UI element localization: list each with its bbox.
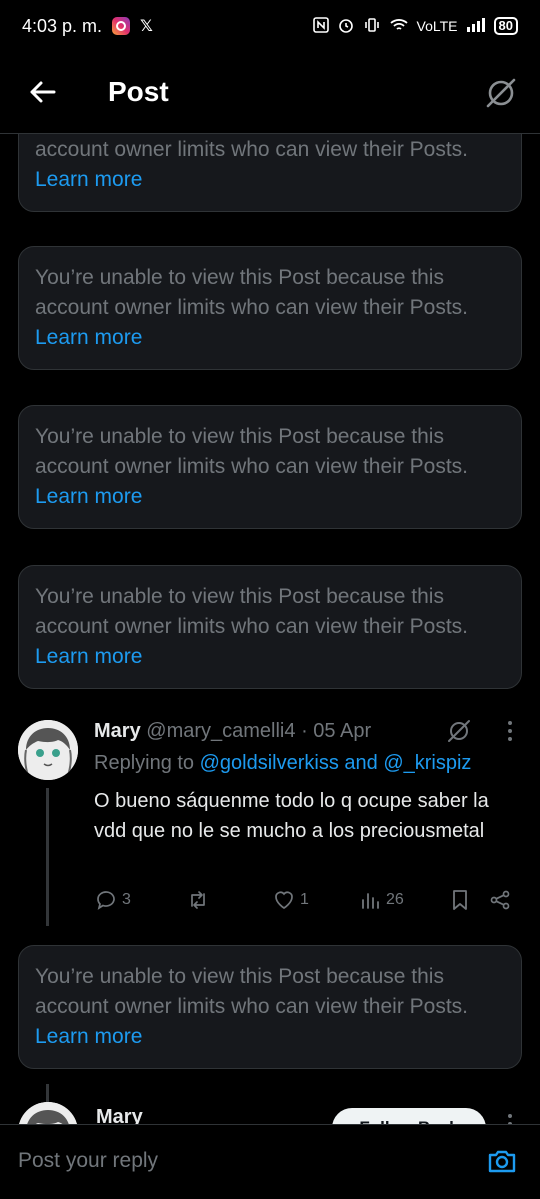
arrow-left-icon xyxy=(30,81,56,103)
separator-dot: · xyxy=(301,720,308,742)
views-button[interactable]: 26 xyxy=(358,888,404,912)
camera-button[interactable] xyxy=(486,1145,518,1177)
post-header: Mary @mary_camelli4 · 05 Apr xyxy=(94,720,371,743)
network-label: VoLTE xyxy=(416,18,458,34)
replying-to-label: Replying to xyxy=(94,752,195,774)
author-name[interactable]: Mary xyxy=(94,720,141,742)
wifi-icon xyxy=(389,17,409,36)
reply-button[interactable]: 3 xyxy=(94,888,131,912)
post-date[interactable]: 05 Apr xyxy=(313,720,371,742)
restricted-message: account owner limits who can view their … xyxy=(35,138,469,161)
post-actions: 3 1 26 xyxy=(94,888,514,914)
page-title: Post xyxy=(108,76,169,107)
grok-button[interactable] xyxy=(446,718,472,744)
top-app-bar: Post xyxy=(0,52,540,134)
status-time: 4:03 p. m. xyxy=(22,15,103,36)
restricted-message: You’re unable to view this Post because … xyxy=(35,585,469,638)
battery-indicator: 80 xyxy=(493,17,518,35)
restricted-post-card: You’re unable to view this Post because … xyxy=(18,405,522,529)
reply-composer: Post your reply xyxy=(0,1124,540,1199)
back-button[interactable] xyxy=(28,78,56,106)
like-count: 1 xyxy=(300,891,309,908)
author-handle[interactable]: @mary_camelli4 xyxy=(146,720,295,742)
learn-more-link[interactable]: Learn more xyxy=(35,168,142,191)
bookmark-icon xyxy=(453,890,467,910)
status-bar: 4:03 p. m. 𝕏 VoLTE 80 xyxy=(0,0,540,52)
more-vertical-icon xyxy=(508,721,512,741)
bookmark-button[interactable] xyxy=(448,888,472,912)
like-button[interactable]: 1 xyxy=(272,888,309,912)
heart-icon xyxy=(275,891,293,910)
replying-to: Replying to @goldsilverkiss and @_krispi… xyxy=(94,752,471,775)
replying-to-mentions[interactable]: @goldsilverkiss and @_krispiz xyxy=(200,752,472,774)
thread-line xyxy=(46,788,49,926)
restricted-post-card: You’re unable to view this Post because … xyxy=(18,565,522,689)
reply-icon xyxy=(97,891,115,910)
x-notification-icon: 𝕏 xyxy=(140,18,153,35)
avatar[interactable] xyxy=(18,720,78,780)
vibrate-icon xyxy=(363,16,381,37)
restricted-post-card: You’re unable to view this Post because … xyxy=(18,945,522,1069)
camera-icon xyxy=(488,1150,516,1173)
views-count: 26 xyxy=(386,891,404,908)
nfc-icon xyxy=(312,16,329,36)
learn-more-link[interactable]: Learn more xyxy=(35,1025,142,1048)
learn-more-link[interactable]: Learn more xyxy=(35,326,142,349)
learn-more-link[interactable]: Learn more xyxy=(35,645,142,668)
grok-icon xyxy=(448,720,470,742)
share-button[interactable] xyxy=(488,888,512,912)
grok-button[interactable] xyxy=(484,76,518,110)
post-text: O bueno sáquenme todo lo q ocupe saber l… xyxy=(94,790,489,842)
alarm-icon xyxy=(337,16,355,37)
instagram-notification-icon xyxy=(112,17,131,35)
more-options-button[interactable] xyxy=(500,718,520,744)
share-icon xyxy=(490,890,510,910)
signal-icon xyxy=(466,17,486,36)
repost-icon xyxy=(191,891,205,909)
thread-line xyxy=(46,1084,49,1104)
reply-count: 3 xyxy=(122,891,131,908)
views-chart-icon xyxy=(362,893,379,909)
repost-button[interactable] xyxy=(186,888,214,912)
restricted-message: You’re unable to view this Post because … xyxy=(35,266,469,319)
restricted-post-card: You’re unable to view this Post because … xyxy=(18,246,522,370)
avatar-image xyxy=(18,720,78,780)
learn-more-link[interactable]: Learn more xyxy=(35,485,142,508)
grok-icon xyxy=(486,78,516,108)
reply-input[interactable]: Post your reply xyxy=(18,1149,158,1173)
restricted-message: You’re unable to view this Post because … xyxy=(35,965,469,1018)
restricted-message: You’re unable to view this Post because … xyxy=(35,425,469,478)
